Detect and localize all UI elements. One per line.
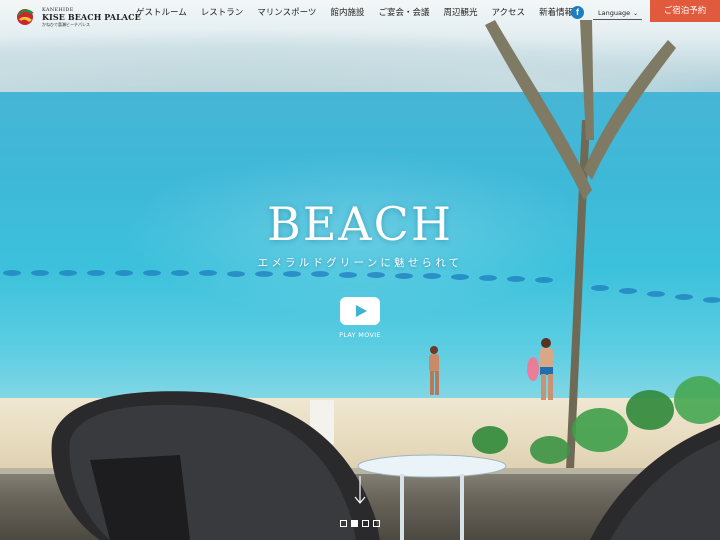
- play-movie-label[interactable]: PLAY MOVIE: [320, 331, 400, 339]
- hero-title: BEACH: [267, 197, 453, 251]
- logo-name: KISE BEACH PALACE: [42, 12, 141, 22]
- logo-emblem-icon: [17, 9, 34, 25]
- slide-dot[interactable]: [351, 520, 358, 527]
- nav-item-marine-sports[interactable]: マリンスポーツ: [257, 6, 316, 20]
- nav-item-access[interactable]: アクセス: [491, 6, 525, 20]
- header: KANEHIDE KISE BEACH PALACE かねひで喜瀬ビーチパレス …: [0, 0, 720, 29]
- language-label: Language: [598, 9, 631, 17]
- slide-dot[interactable]: [362, 520, 369, 527]
- nav-item-news[interactable]: 新着情報: [539, 6, 573, 20]
- slide-dot[interactable]: [373, 520, 380, 527]
- play-icon: [356, 305, 367, 317]
- brand-logo[interactable]: KANEHIDE KISE BEACH PALACE かねひで喜瀬ビーチパレス: [14, 5, 141, 29]
- nav-item-facilities[interactable]: 館内施設: [330, 6, 364, 20]
- nav-item-sightseeing[interactable]: 周辺観光: [443, 6, 477, 20]
- logo-subtitle: かねひで喜瀬ビーチパレス: [42, 22, 90, 27]
- slide-dot[interactable]: [340, 520, 347, 527]
- main-nav: ゲストルーム レストラン マリンスポーツ 館内施設 ご宴会・会議 周辺観光 アク…: [136, 6, 573, 20]
- nav-item-guestroom[interactable]: ゲストルーム: [136, 6, 187, 20]
- language-select[interactable]: Language ⌄: [593, 7, 642, 20]
- reservation-button[interactable]: ご宿泊予約: [650, 0, 720, 22]
- nav-item-restaurant[interactable]: レストラン: [201, 6, 244, 20]
- slide-pagination: [340, 520, 380, 527]
- arrow-down-icon[interactable]: [352, 475, 368, 507]
- terrace-furniture: [51, 391, 720, 540]
- play-movie-button[interactable]: [340, 297, 380, 325]
- hero-background: [0, 0, 720, 540]
- nav-item-banquet[interactable]: ご宴会・会議: [378, 6, 429, 20]
- hero-subtitle: エメラルドグリーンに魅せられて: [257, 257, 463, 269]
- facebook-icon[interactable]: f: [571, 6, 584, 19]
- chevron-down-icon: ⌄: [633, 10, 639, 17]
